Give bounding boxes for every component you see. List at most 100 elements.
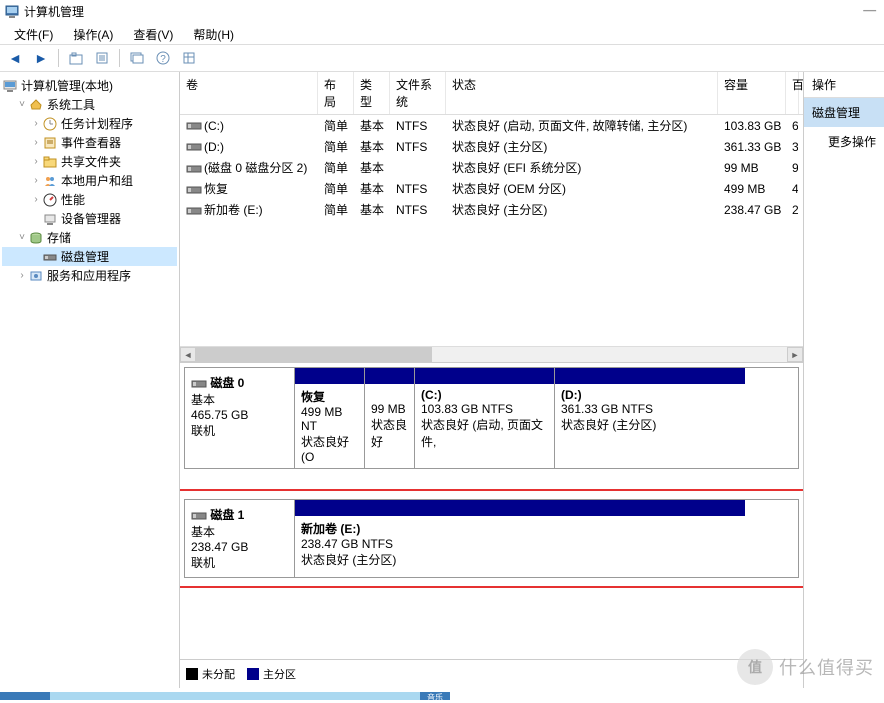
tree-task-scheduler[interactable]: › 任务计划程序 (2, 114, 177, 133)
disk-partitions: 恢复 499 MB NT 状态良好 (O 99 MB 状态良好 (C:) 103… (295, 368, 798, 468)
tree-event-viewer[interactable]: › 事件查看器 (2, 133, 177, 152)
performance-icon (42, 192, 58, 208)
list-row[interactable]: (磁盘 0 磁盘分区 2) 简单 基本 状态良好 (EFI 系统分区) 99 M… (180, 157, 803, 178)
tree-device-manager[interactable]: 设备管理器 (2, 209, 177, 228)
volume-icon (186, 141, 202, 153)
cell-type: 基本 (354, 179, 390, 198)
menu-file[interactable]: 文件(F) (4, 24, 63, 42)
back-icon[interactable]: ◄ (4, 47, 26, 69)
help-icon[interactable]: ? (152, 47, 174, 69)
tree-label: 存储 (47, 229, 71, 246)
header-volume[interactable]: 卷 (180, 72, 318, 114)
refresh-icon[interactable] (126, 47, 148, 69)
cell-layout: 简单 (318, 137, 354, 156)
horizontal-scrollbar[interactable]: ◄ ► (180, 346, 803, 362)
window-title: 计算机管理 (24, 3, 84, 20)
expand-icon[interactable]: › (30, 194, 42, 205)
cell-volume: (磁盘 0 磁盘分区 2) (204, 161, 307, 175)
partition-title: (D:) (561, 388, 582, 402)
title-bar: 计算机管理 ─ (0, 0, 884, 22)
action-more[interactable]: 更多操作 (804, 127, 884, 156)
tree-label: 性能 (61, 191, 85, 208)
tree-disk-management[interactable]: 磁盘管理 (2, 247, 177, 266)
cell-status: 状态良好 (主分区) (446, 200, 718, 219)
tree-shared-folders[interactable]: › 共享文件夹 (2, 152, 177, 171)
collapse-icon[interactable]: ˅ (16, 99, 28, 110)
disk-size: 238.47 GB (191, 540, 248, 554)
up-icon[interactable] (65, 47, 87, 69)
properties-icon[interactable] (91, 47, 113, 69)
disk-drive-icon (191, 510, 207, 522)
partition[interactable]: 99 MB 状态良好 (365, 368, 415, 468)
disk-row[interactable]: 磁盘 0 基本 465.75 GB 联机 恢复 499 MB NT 状态良好 (… (184, 367, 799, 469)
tree-services[interactable]: › 服务和应用程序 (2, 266, 177, 285)
cell-capacity: 99 MB (718, 160, 786, 176)
disk-type: 基本 (191, 393, 215, 407)
storage-icon (28, 230, 44, 246)
disk-row[interactable]: 磁盘 1 基本 238.47 GB 联机 新加卷 (E:) 238.47 GB … (184, 499, 799, 578)
view-icon[interactable] (178, 47, 200, 69)
scroll-right-icon[interactable]: ► (787, 347, 803, 362)
actions-panel: 操作 磁盘管理 更多操作 (804, 72, 884, 688)
disk-status: 联机 (191, 556, 215, 570)
disk-drive-icon (191, 378, 207, 390)
forward-icon[interactable]: ► (30, 47, 52, 69)
partition-header-bar (365, 368, 414, 384)
list-row[interactable]: (C:) 简单 基本 NTFS 状态良好 (启动, 页面文件, 故障转储, 主分… (180, 115, 803, 136)
partition[interactable]: 恢复 499 MB NT 状态良好 (O (295, 368, 365, 468)
cell-last: 6 (786, 118, 798, 134)
nav-tree: 计算机管理(本地) ˅ 系统工具 › 任务计划程序 › 事件查看器 › 共享文件… (0, 72, 180, 688)
menu-action[interactable]: 操作(A) (63, 24, 123, 42)
toolbar: ◄ ► ? (0, 44, 884, 72)
expand-icon[interactable]: › (30, 156, 42, 167)
header-status[interactable]: 状态 (446, 72, 718, 114)
partition-detail: 103.83 GB NTFS (421, 402, 513, 416)
cell-volume: (D:) (204, 140, 224, 154)
list-row[interactable]: (D:) 简单 基本 NTFS 状态良好 (主分区) 361.33 GB 3 (180, 136, 803, 157)
menu-view[interactable]: 查看(V) (123, 24, 183, 42)
collapse-icon[interactable]: ˅ (16, 232, 28, 243)
separator (119, 49, 120, 67)
cell-layout: 简单 (318, 179, 354, 198)
menu-help[interactable]: 帮助(H) (183, 24, 244, 42)
volume-icon (186, 120, 202, 132)
expand-icon[interactable]: › (30, 137, 42, 148)
scroll-thumb[interactable] (196, 347, 432, 362)
legend-primary: 主分区 (247, 666, 296, 682)
expand-icon[interactable]: › (30, 175, 42, 186)
header-layout[interactable]: 布局 (318, 72, 354, 114)
partition-detail: 238.47 GB NTFS (301, 537, 393, 551)
tree-local-users[interactable]: › 本地用户和组 (2, 171, 177, 190)
tree-root[interactable]: 计算机管理(本地) (2, 76, 177, 95)
expand-icon[interactable]: › (30, 118, 42, 129)
partition[interactable]: 新加卷 (E:) 238.47 GB NTFS 状态良好 (主分区) (295, 500, 745, 577)
tree-storage[interactable]: ˅ 存储 (2, 228, 177, 247)
header-fs[interactable]: 文件系统 (390, 72, 446, 114)
close-icon[interactable]: ─ (863, 0, 876, 21)
action-disk-mgmt[interactable]: 磁盘管理 (804, 98, 884, 127)
header-type[interactable]: 类型 (354, 72, 390, 114)
taskbar: 音乐 (0, 692, 884, 700)
separator (58, 49, 59, 67)
swatch-black (186, 668, 198, 680)
list-row[interactable]: 新加卷 (E:) 简单 基本 NTFS 状态良好 (主分区) 238.47 GB… (180, 199, 803, 220)
cell-fs: NTFS (390, 139, 446, 155)
actions-header: 操作 (804, 72, 884, 98)
list-row[interactable]: 恢复 简单 基本 NTFS 状态良好 (OEM 分区) 499 MB 4 (180, 178, 803, 199)
tree-performance[interactable]: › 性能 (2, 190, 177, 209)
expand-icon[interactable]: › (16, 270, 28, 281)
disk-name: 磁盘 1 (210, 508, 244, 522)
tree-label: 计算机管理(本地) (21, 77, 113, 94)
disk-status: 联机 (191, 424, 215, 438)
partition[interactable]: (C:) 103.83 GB NTFS 状态良好 (启动, 页面文件, (415, 368, 555, 468)
scroll-left-icon[interactable]: ◄ (180, 347, 196, 362)
header-last[interactable]: 百 (786, 72, 799, 114)
header-capacity[interactable]: 容量 (718, 72, 786, 114)
partition[interactable]: (D:) 361.33 GB NTFS 状态良好 (主分区) (555, 368, 745, 468)
cell-volume: (C:) (204, 119, 224, 133)
tree-system-tools[interactable]: ˅ 系统工具 (2, 95, 177, 114)
partition-title: 恢复 (301, 390, 325, 404)
scroll-track[interactable] (196, 347, 787, 362)
clock-icon (42, 116, 58, 132)
event-icon (42, 135, 58, 151)
